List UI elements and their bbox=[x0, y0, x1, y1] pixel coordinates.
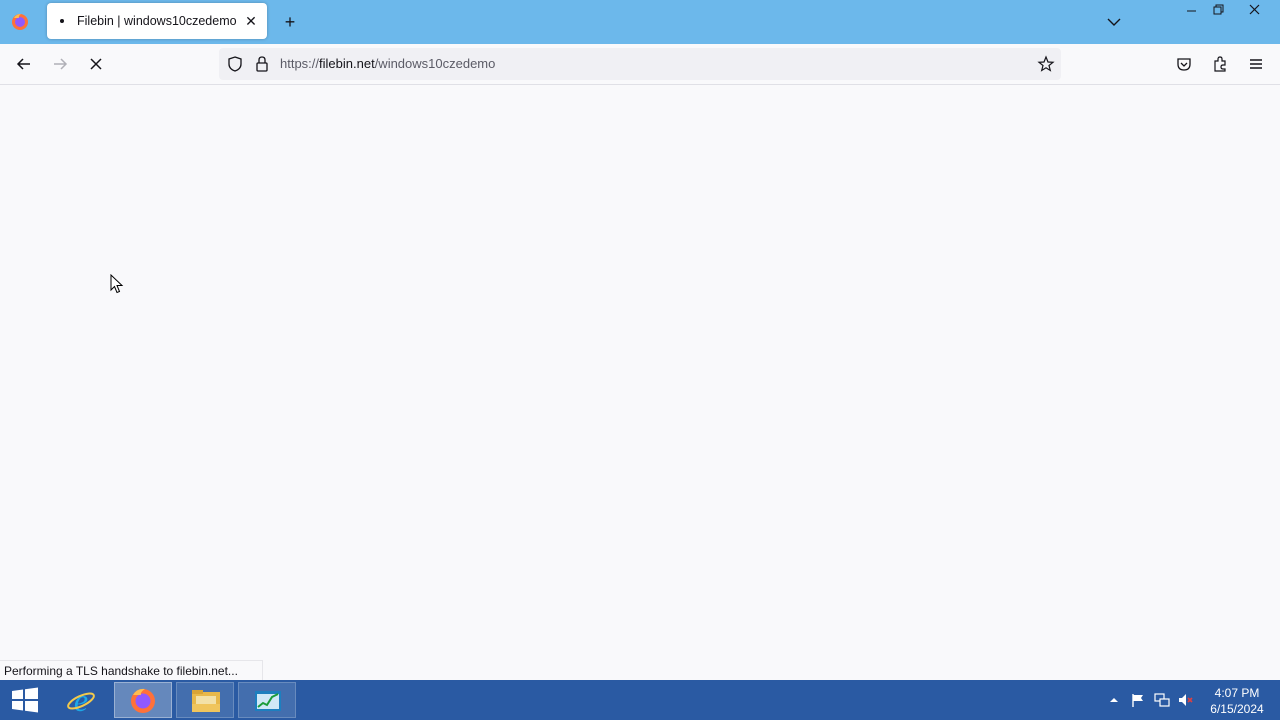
firefox-icon[interactable] bbox=[10, 12, 30, 32]
close-tab-icon[interactable]: ✕ bbox=[242, 12, 260, 30]
star-icon[interactable] bbox=[1037, 55, 1055, 73]
minimize-button[interactable] bbox=[1179, 0, 1205, 20]
taskbar-clock[interactable]: 4:07 PM 6/15/2024 bbox=[1205, 685, 1269, 717]
stop-icon[interactable] bbox=[86, 54, 106, 74]
task-manager-icon bbox=[255, 691, 281, 711]
pocket-icon[interactable] bbox=[1174, 54, 1194, 74]
start-button[interactable] bbox=[0, 680, 50, 720]
lock-icon[interactable] bbox=[254, 55, 270, 73]
shield-icon[interactable] bbox=[226, 55, 244, 73]
back-arrow-icon[interactable] bbox=[14, 54, 34, 74]
tab-filebin[interactable]: Filebin | windows10czedemo ✕ bbox=[47, 3, 267, 39]
url-host: filebin.net bbox=[319, 56, 375, 71]
firefox-icon bbox=[131, 688, 155, 713]
page-content bbox=[0, 85, 1280, 680]
folder-icon bbox=[192, 690, 220, 712]
task-manager-taskbar-button[interactable] bbox=[238, 682, 296, 718]
url-bar[interactable]: https://filebin.net/windows10czedemo bbox=[219, 48, 1061, 80]
url-path: /windows10czedemo bbox=[374, 56, 496, 71]
windows-logo-icon bbox=[12, 687, 38, 713]
restore-button[interactable] bbox=[1205, 0, 1231, 20]
file-explorer-taskbar-button[interactable] bbox=[176, 682, 234, 718]
tab-title: Filebin | windows10czedemo bbox=[77, 14, 237, 28]
browser-titlebar: Filebin | windows10czedemo ✕ + bbox=[0, 0, 1280, 44]
new-tab-button[interactable]: + bbox=[280, 12, 300, 32]
clock-date: 6/15/2024 bbox=[1210, 702, 1264, 716]
volume-muted-icon[interactable] bbox=[1178, 692, 1194, 708]
status-panel: Performing a TLS handshake to filebin.ne… bbox=[0, 660, 263, 680]
internet-explorer-icon: e bbox=[67, 684, 95, 716]
chevron-down-icon[interactable] bbox=[1104, 12, 1124, 32]
taskbar: e 4:07 PM 6/15/2024 bbox=[0, 680, 1280, 720]
close-window-button[interactable] bbox=[1231, 0, 1277, 20]
navigation-toolbar: https://filebin.net/windows10czedemo bbox=[0, 44, 1280, 85]
action-center-flag-icon[interactable] bbox=[1130, 692, 1146, 708]
url-text[interactable]: https://filebin.net/windows10czedemo bbox=[280, 56, 495, 71]
forward-arrow-icon[interactable] bbox=[50, 54, 70, 74]
mouse-cursor-icon bbox=[110, 274, 124, 294]
url-scheme: https:// bbox=[280, 56, 320, 71]
firefox-taskbar-button[interactable] bbox=[114, 682, 172, 718]
internet-explorer-taskbar-button[interactable]: e bbox=[52, 682, 110, 718]
network-icon[interactable] bbox=[1154, 692, 1170, 708]
svg-text:e: e bbox=[74, 684, 88, 716]
show-hidden-icons-icon[interactable] bbox=[1106, 692, 1122, 708]
puzzle-icon[interactable] bbox=[1210, 54, 1230, 74]
clock-time: 4:07 PM bbox=[1214, 686, 1260, 700]
loading-dot-icon bbox=[60, 19, 64, 23]
hamburger-icon[interactable] bbox=[1246, 54, 1266, 74]
